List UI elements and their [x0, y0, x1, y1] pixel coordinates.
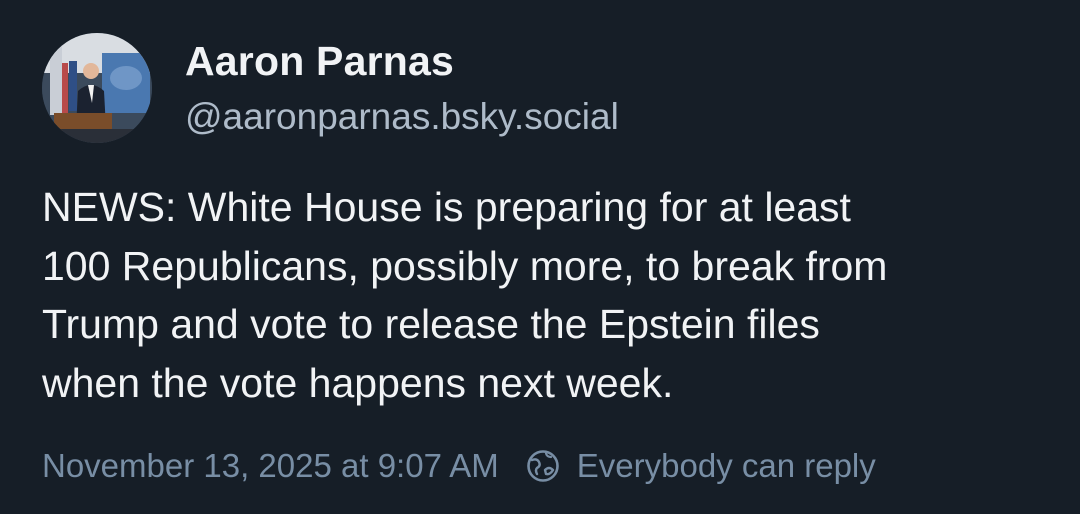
author-display-name[interactable]: Aaron Parnas	[185, 38, 454, 85]
post-text-line: when the vote happens next week.	[42, 360, 674, 407]
avatar-photo	[42, 33, 152, 143]
reply-setting-label[interactable]: Everybody can reply	[577, 447, 876, 485]
globe-icon	[525, 448, 561, 484]
post-text: NEWS: White House is preparing for at le…	[42, 178, 1052, 413]
post-text-line: NEWS: White House is preparing for at le…	[42, 184, 851, 230]
post-text-line: 100 Republicans, possibly more, to break…	[42, 242, 888, 289]
post-meta: November 13, 2025 at 9:07 AM Everybody c…	[42, 444, 876, 488]
post-timestamp[interactable]: November 13, 2025 at 9:07 AM	[42, 447, 499, 485]
author-avatar[interactable]	[42, 33, 152, 143]
post-text-line: Trump and vote to release the Epstein fi…	[42, 301, 820, 348]
author-handle[interactable]: @aaronparnas.bsky.social	[185, 96, 619, 138]
post-card: Aaron Parnas @aaronparnas.bsky.social NE…	[0, 0, 1080, 514]
